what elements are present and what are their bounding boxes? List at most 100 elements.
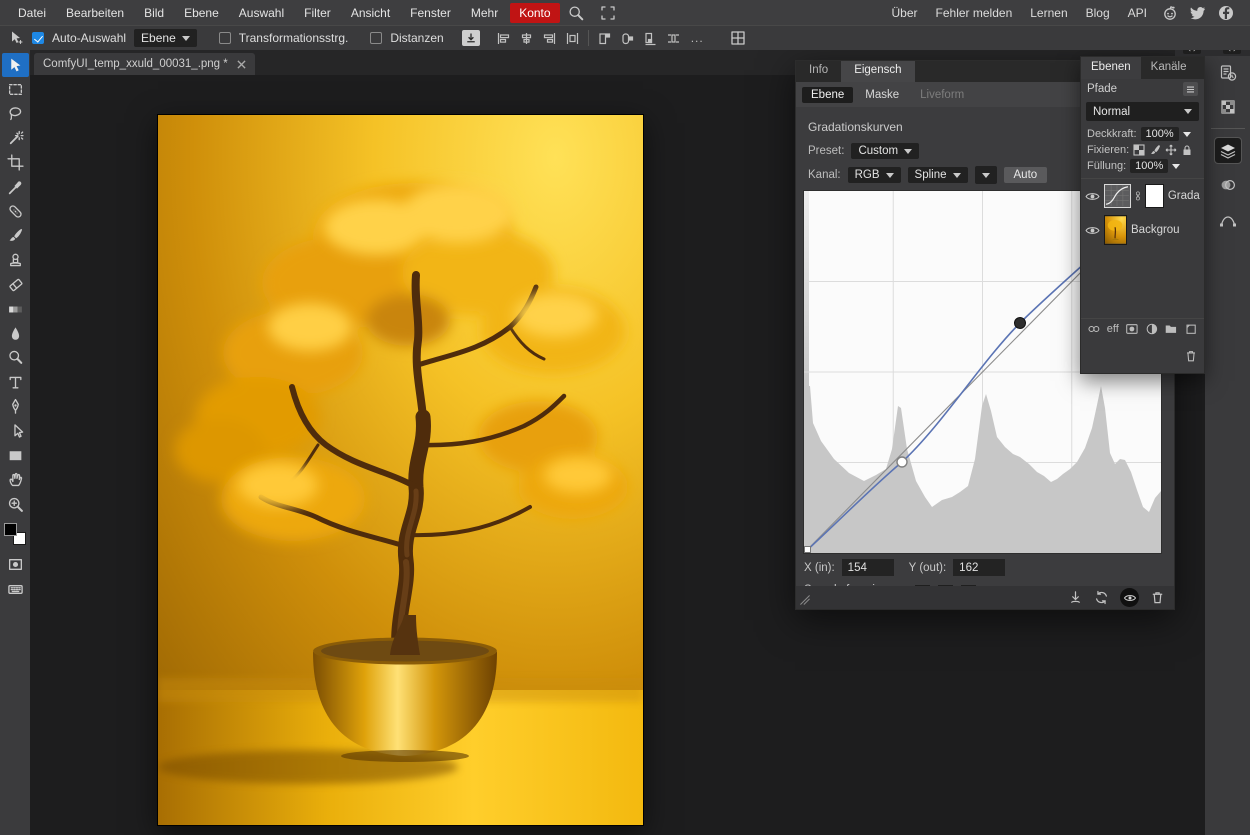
tab-pfade[interactable]: Pfade (1087, 83, 1117, 95)
opacity-value[interactable]: 100% (1141, 127, 1179, 141)
color-swatches[interactable] (3, 522, 27, 546)
y-out-input[interactable] (953, 559, 1005, 576)
menu-ueber[interactable]: Über (883, 6, 927, 20)
channel-dropdown[interactable]: RGB (848, 167, 901, 183)
menu-ebene[interactable]: Ebene (174, 6, 229, 20)
x-in-input[interactable] (842, 559, 894, 576)
menu-api[interactable]: API (1119, 6, 1156, 20)
menu-datei[interactable]: Datei (8, 6, 56, 20)
tool-pen[interactable] (2, 394, 29, 418)
chevron-down-icon[interactable] (1183, 132, 1191, 137)
new-layer-icon[interactable] (1184, 322, 1198, 336)
twitter-icon[interactable] (1184, 5, 1212, 21)
layer-effects-button[interactable]: eff (1107, 323, 1119, 335)
history-panel-icon[interactable] (1215, 60, 1241, 85)
mode-tab-maske[interactable]: Maske (856, 87, 908, 103)
tool-brush[interactable] (2, 224, 29, 248)
fill-value[interactable]: 100% (1130, 159, 1168, 173)
tab-info[interactable]: Info (796, 61, 841, 82)
menu-bild[interactable]: Bild (134, 6, 174, 20)
transform-controls-checkbox[interactable] (219, 32, 231, 44)
menu-mehr[interactable]: Mehr (461, 6, 508, 20)
delete-layer-icon[interactable] (1184, 349, 1198, 363)
tool-keyboard-shortcuts[interactable] (2, 577, 29, 601)
link-layers-icon[interactable] (1087, 322, 1101, 336)
transform-controls-option[interactable]: Transformationsstrg. (219, 31, 349, 45)
tab-eigenschaften[interactable]: Eigensch (841, 61, 914, 82)
preset-dropdown[interactable]: Custom (851, 143, 919, 159)
facebook-icon[interactable] (1212, 5, 1240, 21)
background-layer-thumbnail[interactable] (1104, 215, 1127, 245)
tool-heal[interactable] (2, 199, 29, 223)
more-options[interactable]: ... (689, 31, 706, 45)
distribute-v-icon[interactable] (666, 31, 681, 46)
grid-view-icon[interactable] (730, 30, 746, 46)
tool-lasso[interactable] (2, 102, 29, 126)
tool-path-select[interactable] (2, 419, 29, 443)
tool-eraser[interactable] (2, 273, 29, 297)
auto-select-target-dropdown[interactable]: Ebene (134, 29, 197, 47)
curve-style-button[interactable] (975, 166, 997, 184)
add-mask-icon[interactable] (1125, 322, 1139, 336)
tool-dodge[interactable] (2, 346, 29, 370)
menu-auswahl[interactable]: Auswahl (229, 6, 294, 20)
curves-panel-icon[interactable] (1215, 206, 1241, 231)
layers-panel-icon[interactable] (1215, 138, 1241, 163)
export-icon[interactable] (462, 30, 480, 46)
resize-grip[interactable] (799, 594, 811, 606)
mode-tab-ebene[interactable]: Ebene (802, 87, 853, 103)
adjustments-panel-icon[interactable] (1215, 172, 1241, 197)
eye-icon[interactable] (1085, 225, 1100, 236)
visibility-toggle[interactable] (1120, 588, 1139, 607)
reset-icon[interactable] (1094, 590, 1109, 605)
align-middle-icon[interactable] (620, 31, 635, 46)
foreground-color-swatch[interactable] (4, 523, 17, 536)
swatches-panel-icon[interactable] (1215, 94, 1241, 119)
distances-checkbox[interactable] (370, 32, 382, 44)
menu-filter[interactable]: Filter (294, 6, 341, 20)
layer-mask-thumbnail[interactable] (1145, 184, 1164, 208)
close-icon[interactable] (237, 60, 246, 69)
tool-eyedropper[interactable] (2, 175, 29, 199)
add-adjustment-icon[interactable] (1145, 322, 1159, 336)
menu-fehler-melden[interactable]: Fehler melden (927, 6, 1022, 20)
tool-blur[interactable] (2, 321, 29, 345)
tool-magic-wand[interactable] (2, 126, 29, 150)
lock-pixels-icon[interactable] (1149, 144, 1161, 156)
lock-position-icon[interactable] (1165, 144, 1177, 156)
mask-link-icon[interactable] (1135, 189, 1141, 203)
reddit-icon[interactable] (1156, 5, 1184, 21)
tool-zoom[interactable] (2, 492, 29, 516)
align-top-icon[interactable] (597, 31, 612, 46)
layer-row-background[interactable]: Backgrou (1081, 213, 1204, 247)
menu-blog[interactable]: Blog (1077, 6, 1119, 20)
align-center-h-icon[interactable] (519, 31, 534, 46)
tool-type[interactable] (2, 370, 29, 394)
chevron-down-icon[interactable] (1172, 164, 1180, 169)
document-tab[interactable]: ComfyUI_temp_xxuld_00031_.png * (34, 53, 255, 75)
delete-icon[interactable] (1150, 590, 1165, 605)
auto-button[interactable]: Auto (1004, 167, 1048, 183)
fullscreen-icon[interactable] (592, 5, 624, 21)
menu-bearbeiten[interactable]: Bearbeiten (56, 6, 134, 20)
menu-konto[interactable]: Konto (510, 3, 559, 23)
lock-all-icon[interactable] (1181, 144, 1193, 156)
tool-hand[interactable] (2, 468, 29, 492)
lock-transparency-icon[interactable] (1133, 144, 1145, 156)
tab-ebenen[interactable]: Ebenen (1081, 57, 1141, 79)
auto-select-option[interactable]: Auto-Auswahl (32, 31, 126, 45)
distribute-h-icon[interactable] (565, 31, 580, 46)
align-bottom-icon[interactable] (643, 31, 658, 46)
search-icon[interactable] (560, 5, 592, 21)
align-left-icon[interactable] (496, 31, 511, 46)
panel-menu-icon[interactable] (1183, 82, 1198, 96)
tool-clone-stamp[interactable] (2, 248, 29, 272)
tool-move[interactable] (2, 53, 29, 77)
interpolation-dropdown[interactable]: Spline (908, 167, 968, 183)
blend-mode-dropdown[interactable]: Normal (1086, 102, 1199, 121)
curves-adjustment-thumbnail[interactable] (1104, 184, 1131, 208)
distances-option[interactable]: Distanzen (370, 31, 443, 45)
align-right-icon[interactable] (542, 31, 557, 46)
tool-gradient[interactable] (2, 297, 29, 321)
eye-icon[interactable] (1085, 191, 1100, 202)
